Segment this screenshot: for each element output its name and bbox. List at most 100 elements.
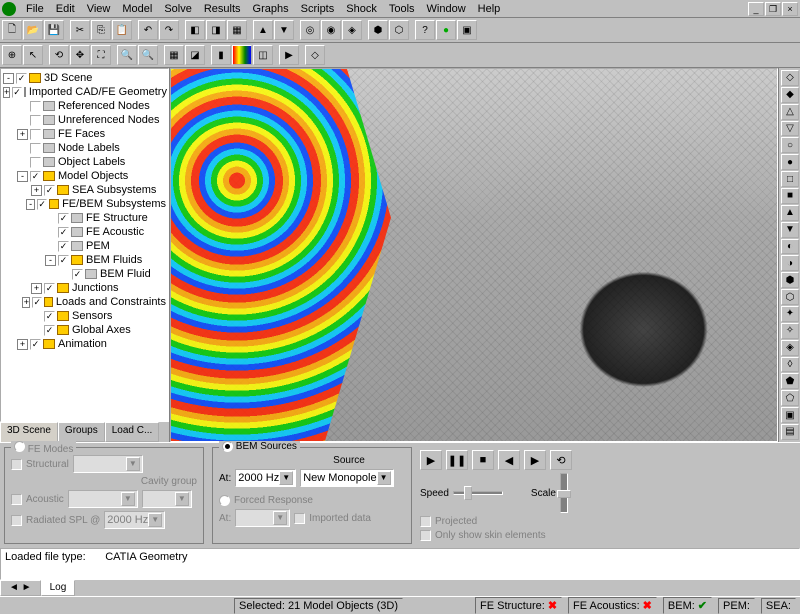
checkbox[interactable]: ✓ — [58, 255, 69, 266]
zoom-in-icon[interactable]: 🔍 — [117, 45, 137, 65]
tree-label[interactable]: BEM Fluids — [86, 254, 142, 266]
tool-icon[interactable]: ◑ — [781, 255, 799, 271]
expand-icon[interactable]: + — [17, 339, 28, 350]
tree-item[interactable]: -✓ Model Objects — [3, 169, 166, 183]
tree-label[interactable]: Model Objects — [58, 170, 128, 182]
source-combo[interactable]: New Monopole▼ — [300, 469, 393, 487]
checkbox[interactable]: ✓ — [44, 283, 55, 294]
tool-icon[interactable]: ◨ — [206, 20, 226, 40]
tool-icon[interactable]: ○ — [781, 137, 799, 153]
tool-icon[interactable]: ⬡ — [781, 289, 799, 305]
fit-icon[interactable]: ⛶ — [91, 45, 111, 65]
tool-icon[interactable]: ▼ — [781, 222, 799, 238]
cut-icon[interactable]: ✂ — [70, 20, 90, 40]
checkbox[interactable]: ✓ — [44, 311, 55, 322]
tool-icon[interactable]: ◉ — [321, 20, 341, 40]
tool-icon[interactable]: ◈ — [342, 20, 362, 40]
menu-tools[interactable]: Tools — [383, 1, 421, 17]
tree-item[interactable]: -✓BEM Fluids — [3, 253, 166, 267]
zoom-out-icon[interactable]: 🔍 — [138, 45, 158, 65]
tool-icon[interactable]: ◈ — [781, 340, 799, 356]
menu-results[interactable]: Results — [198, 1, 247, 17]
fe-modes-radio[interactable] — [14, 441, 25, 452]
tree-label[interactable]: Node Labels — [58, 142, 120, 154]
tree-root[interactable]: - ✓ 3D Scene — [3, 71, 166, 85]
checkbox[interactable]: ✓ — [44, 185, 55, 196]
checkbox[interactable]: ✓ — [72, 269, 83, 280]
menu-window[interactable]: Window — [421, 1, 472, 17]
tool-icon[interactable]: ✦ — [781, 306, 799, 322]
tool-icon[interactable]: ◇ — [781, 70, 799, 86]
tree-item[interactable]: -✓FE/BEM Subsystems — [3, 197, 166, 211]
wireframe-icon[interactable]: ▦ — [164, 45, 184, 65]
tree-label[interactable]: Object Labels — [58, 156, 125, 168]
tool-icon[interactable]: ● — [781, 154, 799, 170]
expand-icon[interactable]: + — [31, 283, 42, 294]
tool-icon[interactable]: ◎ — [300, 20, 320, 40]
tool-icon[interactable]: ◫ — [253, 45, 273, 65]
tool-icon[interactable]: ◐ — [781, 239, 799, 255]
tree-label[interactable]: Referenced Nodes — [58, 100, 150, 112]
tree-label[interactable]: FE Faces — [58, 128, 105, 140]
checkbox[interactable] — [30, 143, 41, 154]
paste-icon[interactable]: 📋 — [112, 20, 132, 40]
redo-icon[interactable]: ↷ — [159, 20, 179, 40]
tree-label[interactable]: FE Acoustic — [86, 226, 144, 238]
undo-icon[interactable]: ↶ — [138, 20, 158, 40]
tool-icon[interactable]: ▽ — [781, 121, 799, 137]
tool-icon[interactable]: ⬟ — [781, 373, 799, 389]
tree-item[interactable]: Object Labels — [3, 155, 166, 169]
menu-model[interactable]: Model — [116, 1, 158, 17]
next-button[interactable]: ▶ — [524, 450, 546, 470]
tree-item[interactable]: Referenced Nodes — [3, 99, 166, 113]
tool-icon[interactable]: △ — [781, 104, 799, 120]
collapse-icon[interactable]: - — [17, 171, 28, 182]
slider-thumb[interactable] — [464, 486, 472, 500]
tree-item[interactable]: Node Labels — [3, 141, 166, 155]
tree-label[interactable]: Loads and Constraints — [56, 296, 166, 308]
loop-button[interactable]: ⟲ — [550, 450, 572, 470]
prev-button[interactable]: ◀ — [498, 450, 520, 470]
tree-label[interactable]: FE Structure — [86, 212, 148, 224]
restore-button[interactable]: ❐ — [765, 2, 781, 16]
tool-icon[interactable]: ◆ — [781, 87, 799, 103]
menu-edit[interactable]: Edit — [50, 1, 81, 17]
tree-item[interactable]: +✓Animation — [3, 337, 166, 351]
checkbox[interactable]: ✓ — [12, 87, 22, 98]
tree-item[interactable]: +✓Imported CAD/FE Geometry — [3, 85, 166, 99]
new-icon[interactable]: 🗋 — [2, 20, 22, 40]
tree-label[interactable]: FE/BEM Subsystems — [62, 198, 166, 210]
orbit-icon[interactable]: ⊕ — [2, 45, 22, 65]
tree-label[interactable]: BEM Fluid — [100, 268, 151, 280]
scene-tree[interactable]: - ✓ 3D Scene +✓Imported CAD/FE GeometryR… — [0, 68, 169, 422]
tool-icon[interactable]: ▲ — [781, 205, 799, 221]
save-icon[interactable]: 💾 — [44, 20, 64, 40]
checkbox[interactable]: ✓ — [30, 339, 41, 350]
menu-view[interactable]: View — [81, 1, 117, 17]
tree-item[interactable]: ✓FE Acoustic — [3, 225, 166, 239]
tool-icon[interactable]: ◇ — [305, 45, 325, 65]
checkbox[interactable]: ✓ — [30, 171, 41, 182]
color-icon[interactable]: ▮ — [211, 45, 231, 65]
expand-icon[interactable]: + — [31, 185, 42, 196]
tree-label[interactable]: PEM — [86, 240, 110, 252]
rotate-icon[interactable]: ⟲ — [49, 45, 69, 65]
collapse-icon[interactable]: - — [3, 73, 14, 84]
menu-help[interactable]: Help — [472, 1, 507, 17]
tool-icon[interactable]: ⬢ — [781, 272, 799, 288]
spectrum-icon[interactable] — [232, 45, 252, 65]
tool-icon[interactable]: ⬡ — [389, 20, 409, 40]
help-icon[interactable]: ? — [415, 20, 435, 40]
copy-icon[interactable]: ⎘ — [91, 20, 111, 40]
run-icon[interactable]: ● — [436, 20, 456, 40]
expand-icon[interactable]: + — [22, 297, 30, 308]
tool-icon[interactable]: ⬢ — [368, 20, 388, 40]
tool-icon[interactable]: □ — [781, 171, 799, 187]
tool-icon[interactable]: ▲ — [253, 20, 273, 40]
tree-item[interactable]: +FE Faces — [3, 127, 166, 141]
tool-icon[interactable]: ▦ — [227, 20, 247, 40]
tab-3d-scene[interactable]: 3D Scene — [0, 422, 58, 442]
tree-label[interactable]: Sensors — [72, 310, 112, 322]
tree-label[interactable]: Junctions — [72, 282, 118, 294]
pointer-icon[interactable]: ↖ — [23, 45, 43, 65]
